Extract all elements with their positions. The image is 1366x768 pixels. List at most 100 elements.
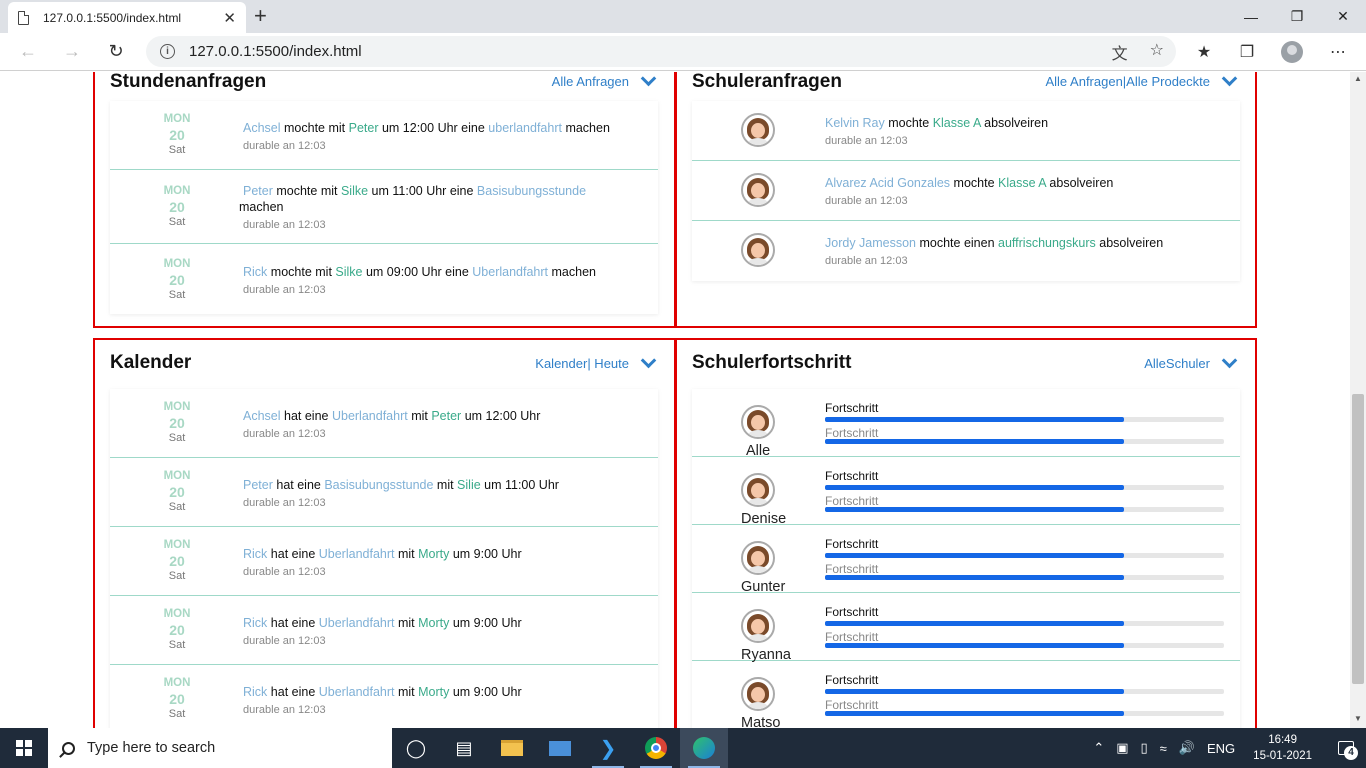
info-icon[interactable]: i [160, 44, 175, 59]
date-badge: MON 20 Sat [163, 258, 191, 301]
instructor-link[interactable]: Morty [418, 685, 449, 699]
person-link[interactable]: Rick [243, 685, 267, 699]
person-link[interactable]: Peter [243, 478, 273, 492]
list-item[interactable]: MON 20 Sat Rick hat eine Uberlandfahrt mit… [110, 527, 658, 596]
vscode-icon[interactable]: ❯ [584, 728, 632, 768]
panel-title: Schulerfortschritt [692, 352, 852, 373]
battery-icon[interactable]: ▯ [1141, 740, 1148, 756]
forward-arrow-icon[interactable]: → [54, 33, 90, 69]
lesson-link[interactable]: Basisubungsstunde [324, 478, 433, 492]
lesson-link[interactable]: Uberlandfahrt [319, 547, 395, 561]
instructor-link[interactable]: Peter [349, 121, 379, 135]
person-link[interactable]: Rick [243, 547, 267, 561]
mail-icon[interactable] [536, 728, 584, 768]
lesson-link[interactable]: Uberlandfahrt [319, 616, 395, 630]
url-text[interactable]: 127.0.0.1:5500/index.html [189, 43, 362, 60]
list-item[interactable]: Alvarez Acid Gonzales mochte Klasse A ab… [692, 161, 1240, 221]
filter-dropdown[interactable]: AlleSchuler [1144, 352, 1238, 371]
chevron-down-icon[interactable] [1221, 72, 1238, 87]
list-item[interactable]: Matso Fortschritt Fortschritt [692, 661, 1240, 728]
list-item[interactable]: Kelvin Ray mochte Klasse A absolveiren d… [692, 101, 1240, 161]
list-item[interactable]: MON 20 Sat Peter mochte mit Silke um 11:… [110, 170, 658, 244]
instructor-link[interactable]: Morty [418, 547, 449, 561]
person-link[interactable]: Achsel [243, 409, 281, 423]
profile-avatar-button[interactable] [1278, 38, 1306, 66]
volume-icon[interactable]: 🔊 [1179, 740, 1195, 756]
course-link[interactable]: Klasse A [933, 116, 981, 130]
cortana-icon[interactable]: ◯ [392, 728, 440, 768]
task-view-icon[interactable]: ▤ [440, 728, 488, 768]
address-bar[interactable]: i 127.0.0.1:5500/index.html 文 ☆ [146, 36, 1176, 67]
list-item[interactable]: MON 20 Sat Achsel mochte mit Peter um 12… [110, 101, 658, 170]
close-window-button[interactable]: ✕ [1320, 0, 1366, 33]
page-scrollbar[interactable]: ▲ ▼ [1350, 72, 1366, 728]
student-link[interactable]: Jordy Jamesson [825, 236, 916, 250]
filter-label[interactable]: Alle Anfragen [552, 74, 629, 89]
lesson-link[interactable]: Uberlandfahrt [472, 265, 548, 279]
chevron-down-icon[interactable] [1221, 352, 1238, 368]
back-arrow-icon[interactable]: ← [10, 33, 46, 69]
list-item[interactable]: Alle Fortschritt Fortschritt [692, 389, 1240, 459]
instructor-link[interactable]: Morty [418, 616, 449, 630]
filter-dropdown[interactable]: Alle Anfragen|Alle Prodeckte [1045, 72, 1238, 89]
course-link[interactable]: Klasse A [998, 176, 1046, 190]
lesson-link[interactable]: uberlandfahrt [488, 121, 562, 135]
language-indicator[interactable]: ENG [1207, 741, 1235, 756]
translate-icon[interactable]: 文 [1112, 40, 1128, 64]
list-item[interactable]: Ryanna Fortschritt Fortschritt [692, 593, 1240, 663]
person-link[interactable]: Achsel [243, 121, 281, 135]
person-link[interactable]: Peter [243, 184, 273, 198]
new-tab-button[interactable]: + [254, 3, 267, 29]
instructor-link[interactable]: Silke [335, 265, 362, 279]
scroll-down-arrow-icon[interactable]: ▼ [1350, 714, 1366, 726]
refresh-icon[interactable]: ↻ [98, 33, 134, 69]
wifi-icon[interactable]: ≈ [1160, 741, 1167, 756]
maximize-button[interactable]: ❐ [1274, 0, 1320, 33]
list-item[interactable]: MON 20 Sat Rick mochte mit Silke um 09:0… [110, 244, 658, 314]
list-item[interactable]: MON 20 Sat Achsel hat eine Uberlandfahrt m… [110, 389, 658, 458]
filter-dropdown[interactable]: Kalender| Heute [535, 352, 657, 371]
chevron-down-icon[interactable] [640, 72, 657, 87]
minimize-button[interactable]: — [1228, 0, 1274, 33]
clock[interactable]: 16:49 15-01-2021 [1253, 732, 1312, 764]
person-link[interactable]: Rick [243, 616, 267, 630]
chrome-icon[interactable] [632, 728, 680, 768]
chevron-down-icon[interactable] [640, 352, 657, 368]
collections-icon[interactable]: ❐ [1233, 38, 1261, 66]
notification-center-button[interactable]: 4 [1326, 728, 1366, 768]
progress-label: Fortschritt [825, 469, 879, 483]
scroll-thumb[interactable] [1352, 394, 1364, 684]
lesson-link[interactable]: Basisubungsstunde [477, 184, 586, 198]
favorites-list-icon[interactable]: ★ [1190, 38, 1218, 66]
list-item[interactable]: Denise Fortschritt Fortschritt [692, 457, 1240, 527]
instructor-link[interactable]: Silke [341, 184, 368, 198]
list-item[interactable]: Jordy Jamesson mochte einen auffrischung… [692, 221, 1240, 281]
filter-label[interactable]: Kalender| Heute [535, 356, 629, 371]
tab-close-icon[interactable]: ✕ [223, 9, 236, 27]
file-explorer-icon[interactable] [488, 728, 536, 768]
course-link[interactable]: auffrischungskurs [998, 236, 1096, 250]
filter-label[interactable]: Alle Anfragen|Alle Prodeckte [1045, 74, 1210, 89]
meet-now-icon[interactable]: ▣ [1116, 740, 1128, 756]
chevron-up-icon[interactable]: ⌃ [1093, 740, 1104, 756]
filter-dropdown[interactable]: Alle Anfragen [552, 72, 657, 89]
lesson-link[interactable]: Uberlandfahrt [319, 685, 395, 699]
browser-tab[interactable]: 127.0.0.1:5500/index.html ✕ [8, 2, 246, 33]
person-link[interactable]: Rick [243, 265, 267, 279]
taskbar-search-input[interactable]: Type here to search [48, 728, 392, 768]
list-item[interactable]: MON 20 Sat Rick hat eine Uberlandfahrt mit… [110, 596, 658, 665]
instructor-link[interactable]: Peter [431, 409, 461, 423]
more-menu-icon[interactable]: ⋯ [1324, 38, 1352, 66]
edge-icon[interactable] [680, 728, 728, 768]
instructor-link[interactable]: Silie [457, 478, 481, 492]
student-link[interactable]: Alvarez Acid Gonzales [825, 176, 950, 190]
favorite-star-icon[interactable]: ☆ [1150, 40, 1164, 64]
scroll-up-arrow-icon[interactable]: ▲ [1350, 74, 1366, 86]
list-item[interactable]: Gunter Fortschritt Fortschritt [692, 525, 1240, 595]
filter-label[interactable]: AlleSchuler [1144, 356, 1210, 371]
lesson-link[interactable]: Uberlandfahrt [332, 409, 408, 423]
list-item[interactable]: MON 20 Sat Rick hat eine Uberlandfahrt mit… [110, 665, 658, 728]
student-link[interactable]: Kelvin Ray [825, 116, 885, 130]
list-item[interactable]: MON 20 Sat Peter hat eine Basisubungsstund… [110, 458, 658, 527]
start-button[interactable] [0, 728, 48, 768]
